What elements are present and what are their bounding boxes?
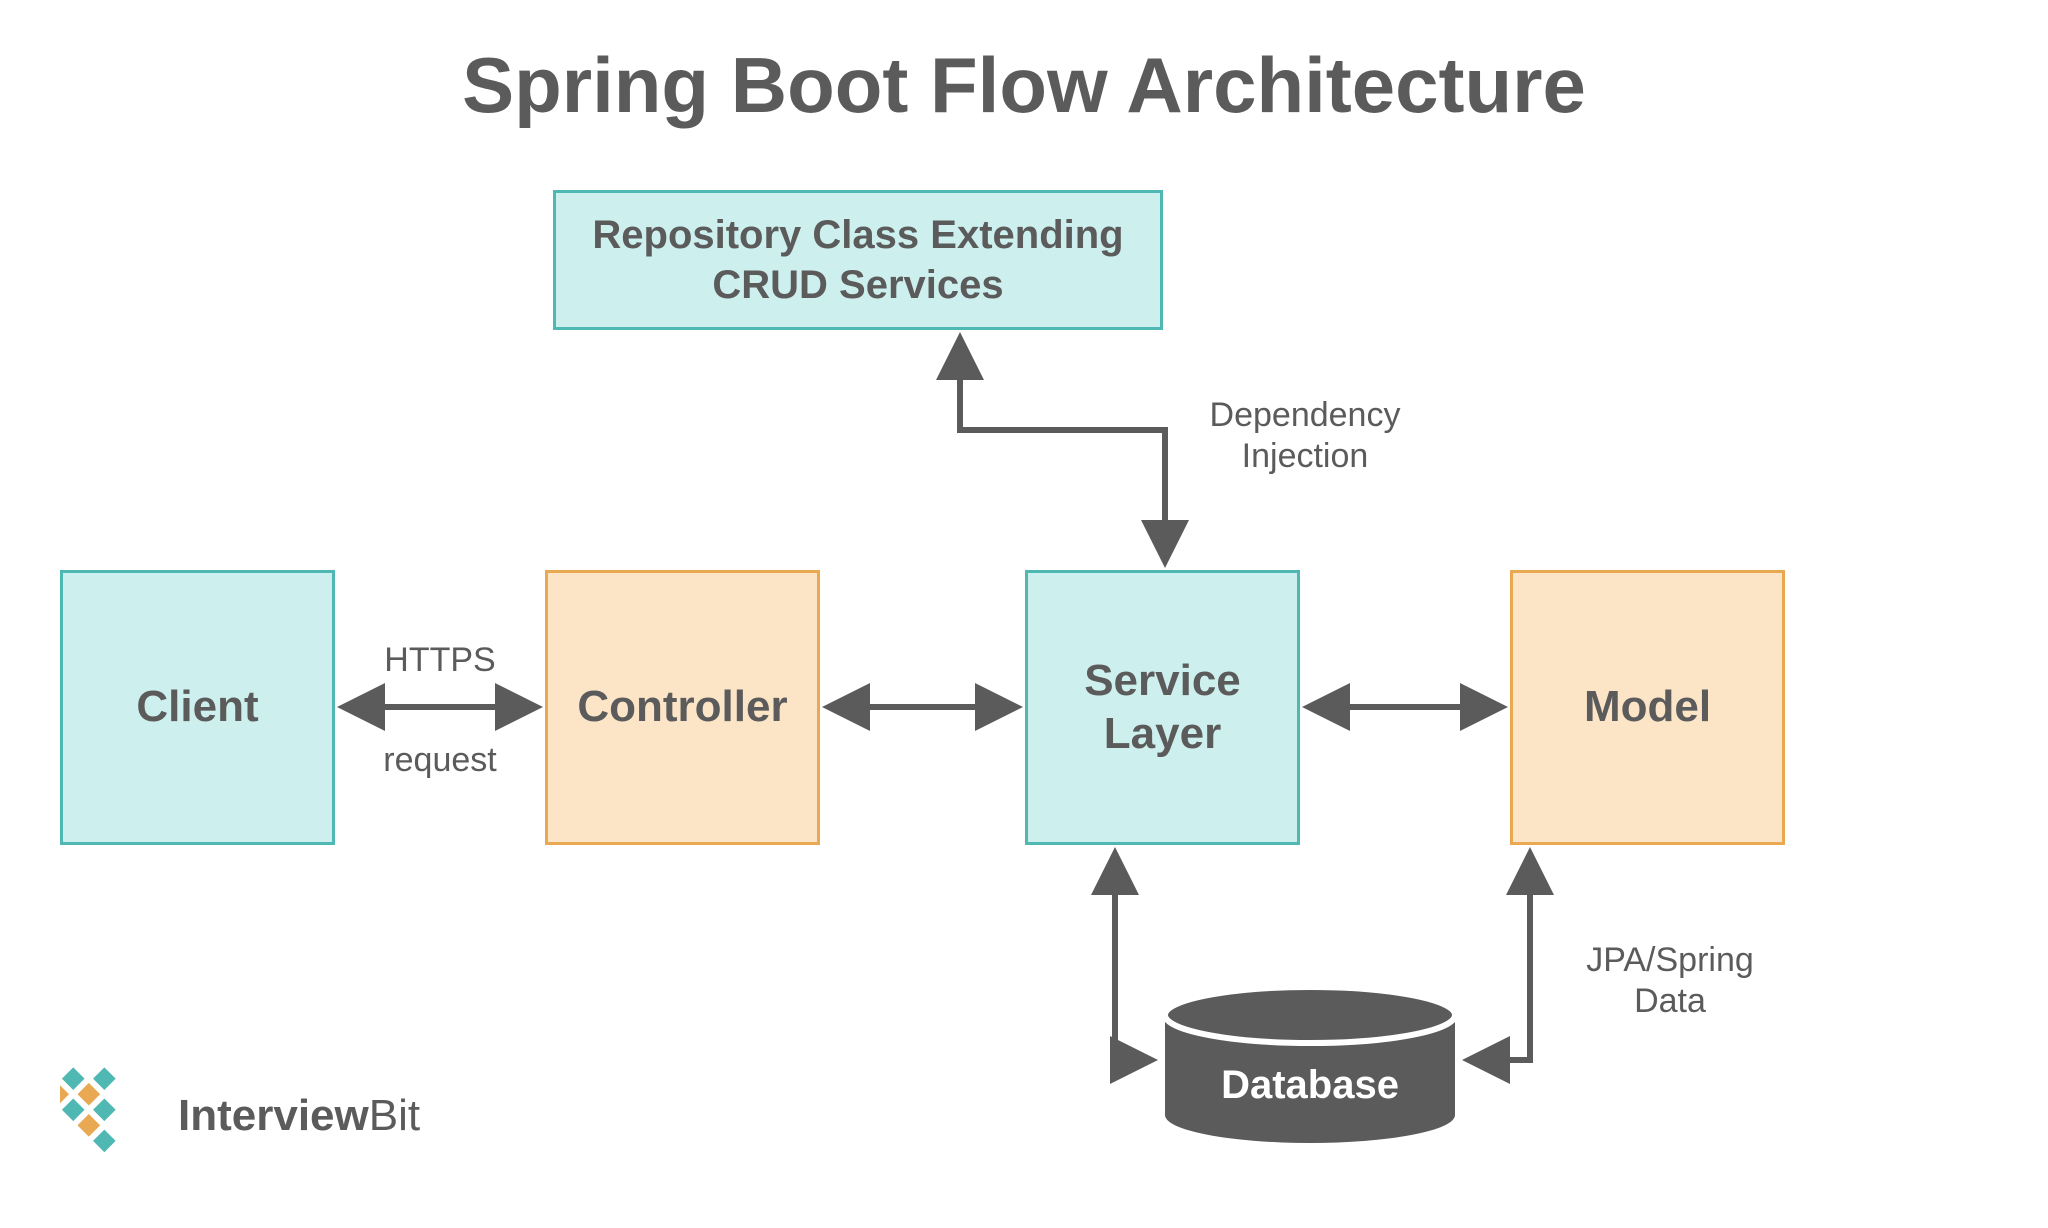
logo-icon bbox=[60, 1063, 160, 1168]
page-title: Spring Boot Flow Architecture bbox=[0, 40, 2048, 131]
box-client: Client bbox=[60, 570, 335, 845]
arrow-service-database bbox=[1115, 855, 1150, 1060]
box-service-layer: Service Layer bbox=[1025, 570, 1300, 845]
arrow-repo-service bbox=[960, 340, 1165, 560]
box-controller: Controller bbox=[545, 570, 820, 845]
logo-text: InterviewBit bbox=[178, 1091, 420, 1141]
label-https: HTTPS bbox=[370, 640, 510, 681]
label-request: request bbox=[370, 740, 510, 781]
arrow-database-model bbox=[1470, 855, 1530, 1060]
label-dependency-injection: Dependency Injection bbox=[1190, 395, 1420, 477]
database-cylinder: Database bbox=[1160, 985, 1460, 1145]
box-model: Model bbox=[1510, 570, 1785, 845]
label-jpa-spring-data: JPA/Spring Data bbox=[1560, 940, 1780, 1022]
database-label: Database bbox=[1160, 1063, 1460, 1108]
logo: InterviewBit bbox=[60, 1063, 420, 1168]
logo-brand-bold: Interview bbox=[178, 1091, 369, 1140]
box-repository: Repository Class Extending CRUD Services bbox=[553, 190, 1163, 330]
logo-brand-light: Bit bbox=[369, 1091, 420, 1140]
